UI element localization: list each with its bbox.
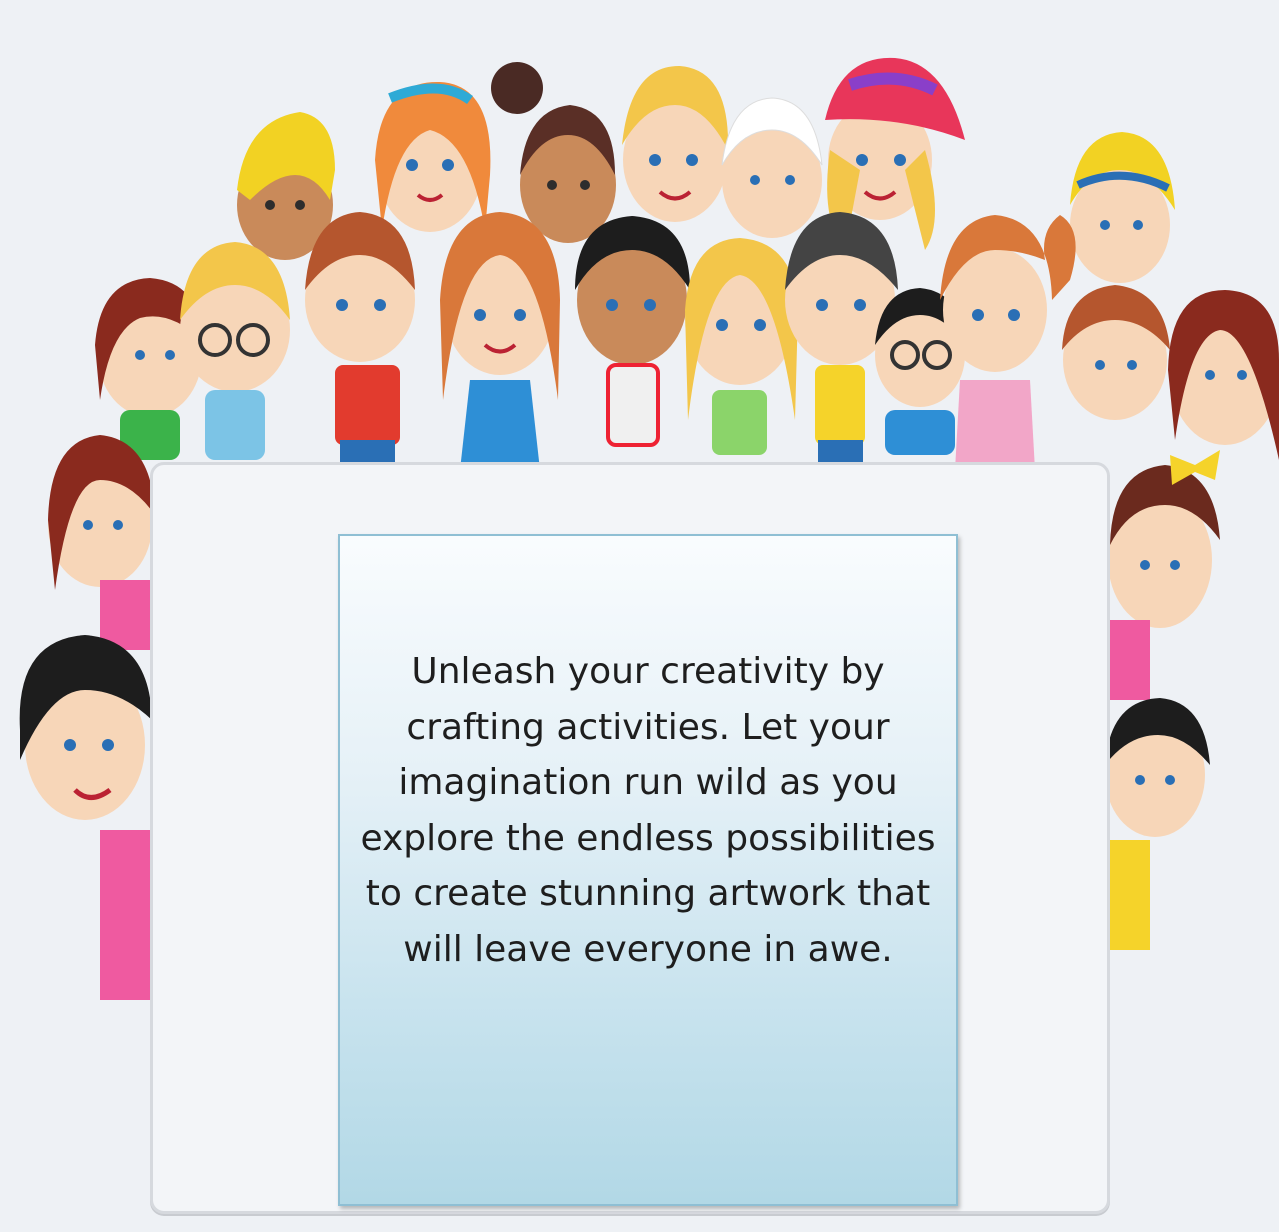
kid-back-5 [721, 97, 823, 238]
message-card: Unleash your creativity by crafting acti… [338, 534, 958, 1206]
message-text: Unleash your creativity by crafting acti… [360, 651, 936, 970]
kid-back-7 [1070, 132, 1175, 283]
page: Unleash your creativity by crafting acti… [0, 0, 1279, 1232]
kid-mid-10 [1062, 285, 1170, 420]
kid-back-4 [622, 65, 729, 222]
